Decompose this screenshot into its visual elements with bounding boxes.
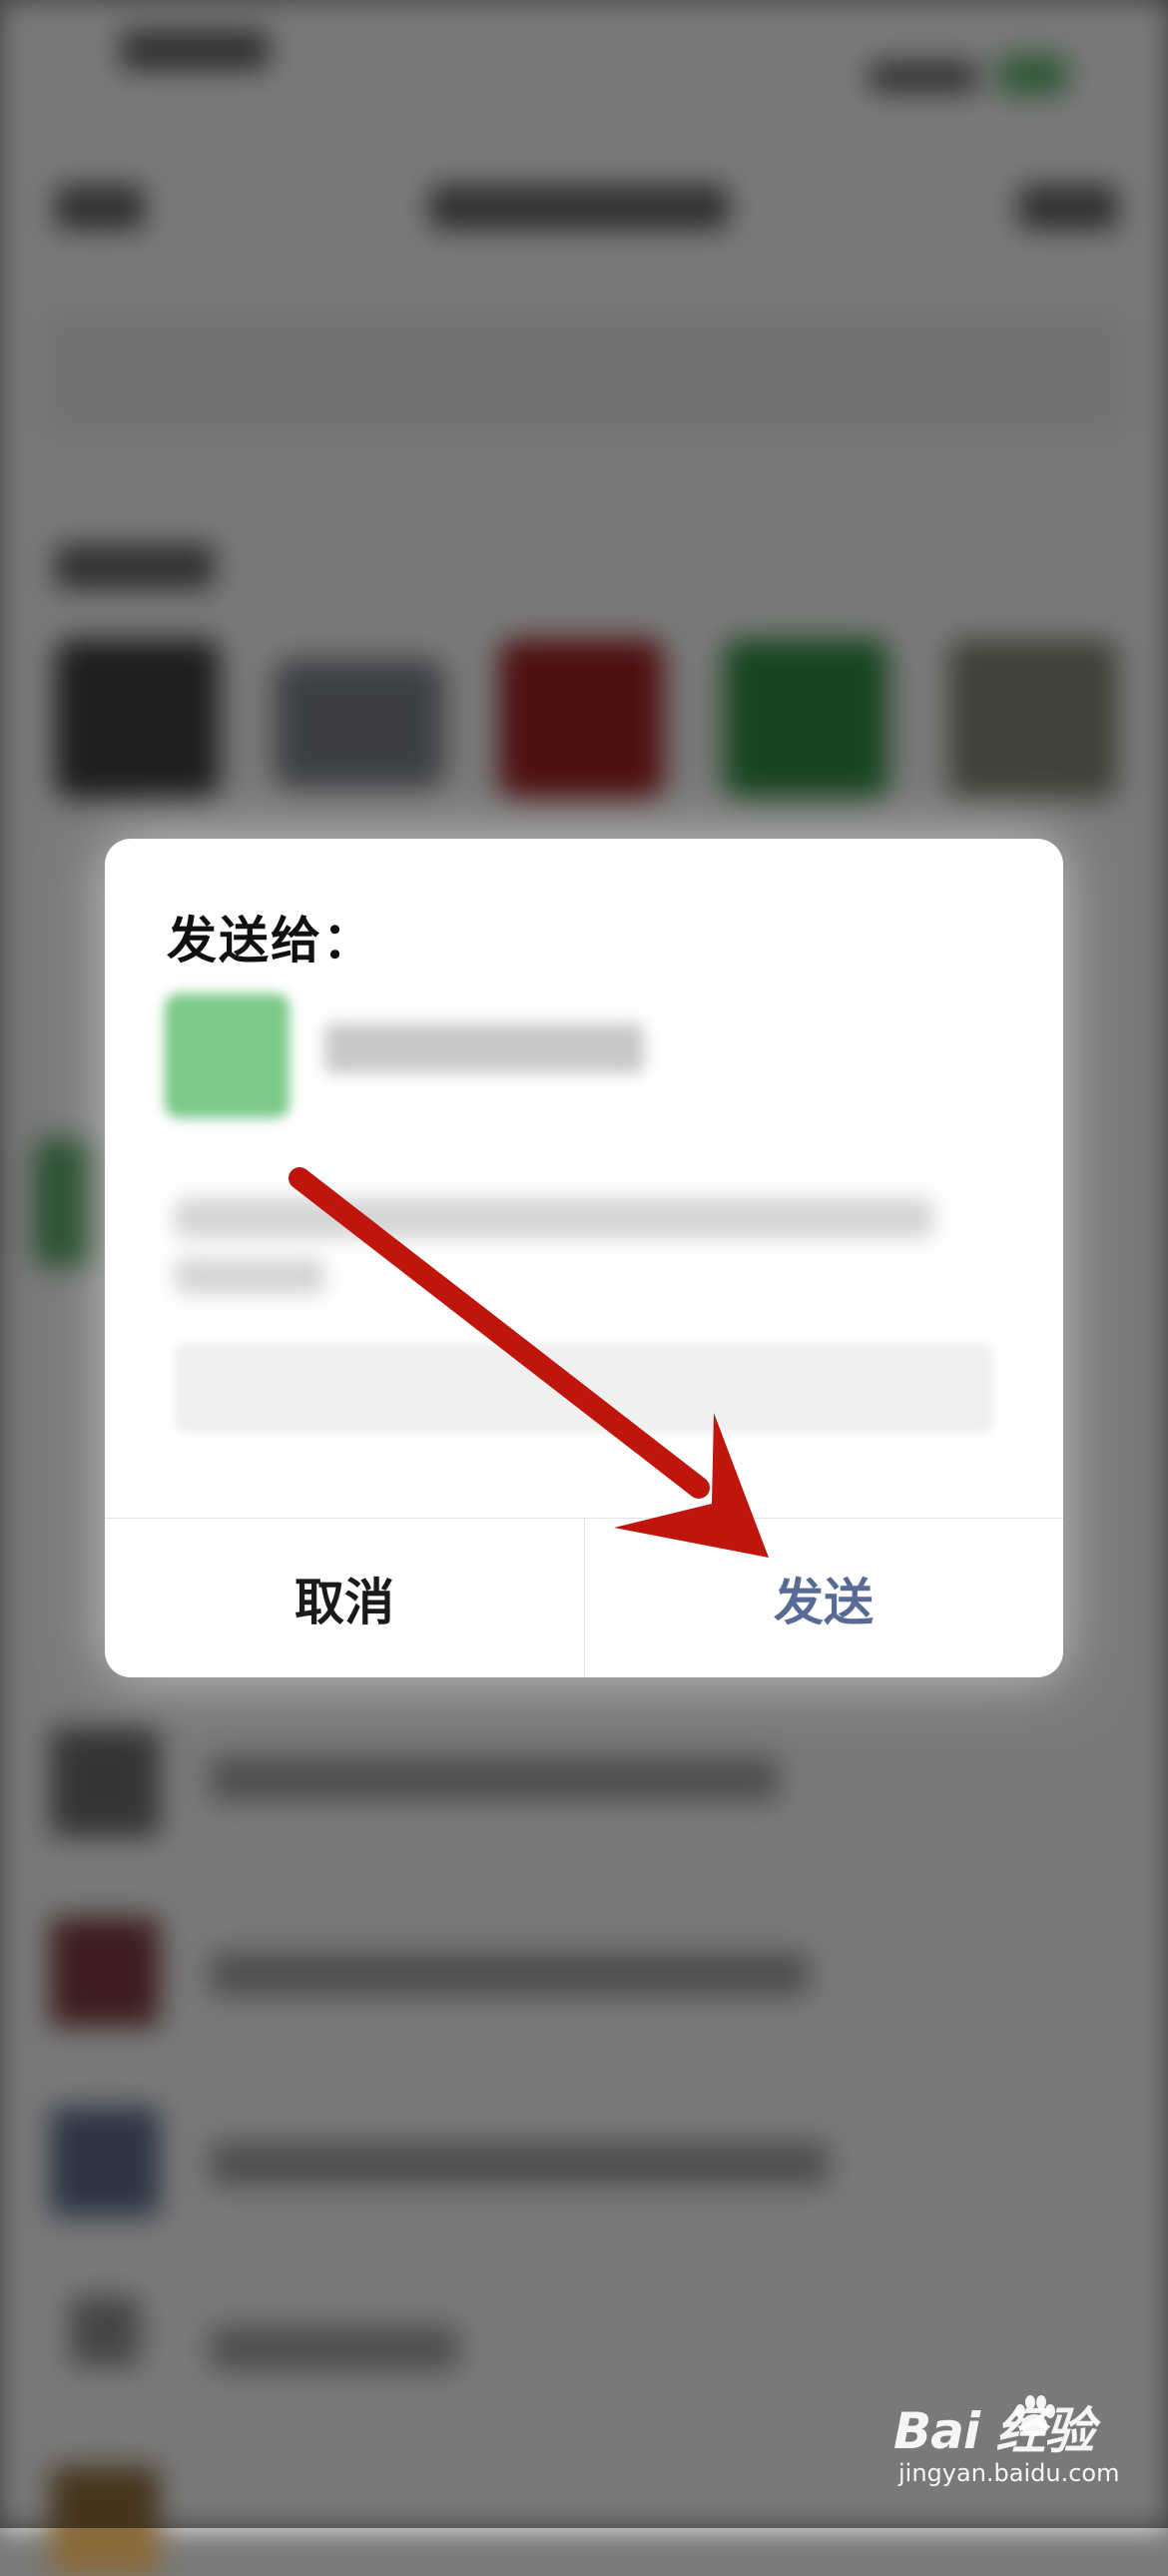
shared-content-preview — [175, 1198, 933, 1238]
send-button[interactable]: 发送 — [584, 1519, 1063, 1677]
cancel-button[interactable]: 取消 — [105, 1519, 585, 1677]
watermark-brand: Bai 经验 — [893, 2402, 1094, 2460]
watermark: Bai 经验 jingyan.baidu.com — [893, 2391, 1143, 2511]
message-input[interactable] — [175, 1343, 993, 1433]
share-dialog: 发送给： 取消 发送 — [105, 839, 1063, 1677]
recipient-avatar — [165, 993, 290, 1118]
watermark-url: jingyan.baidu.com — [898, 2459, 1120, 2487]
recipient-name — [324, 1023, 644, 1073]
dialog-button-row: 取消 发送 — [105, 1518, 1063, 1677]
paw-icon — [1015, 2395, 1055, 2436]
shared-content-preview-line-2 — [175, 1258, 324, 1294]
dialog-title: 发送给： — [167, 912, 374, 969]
